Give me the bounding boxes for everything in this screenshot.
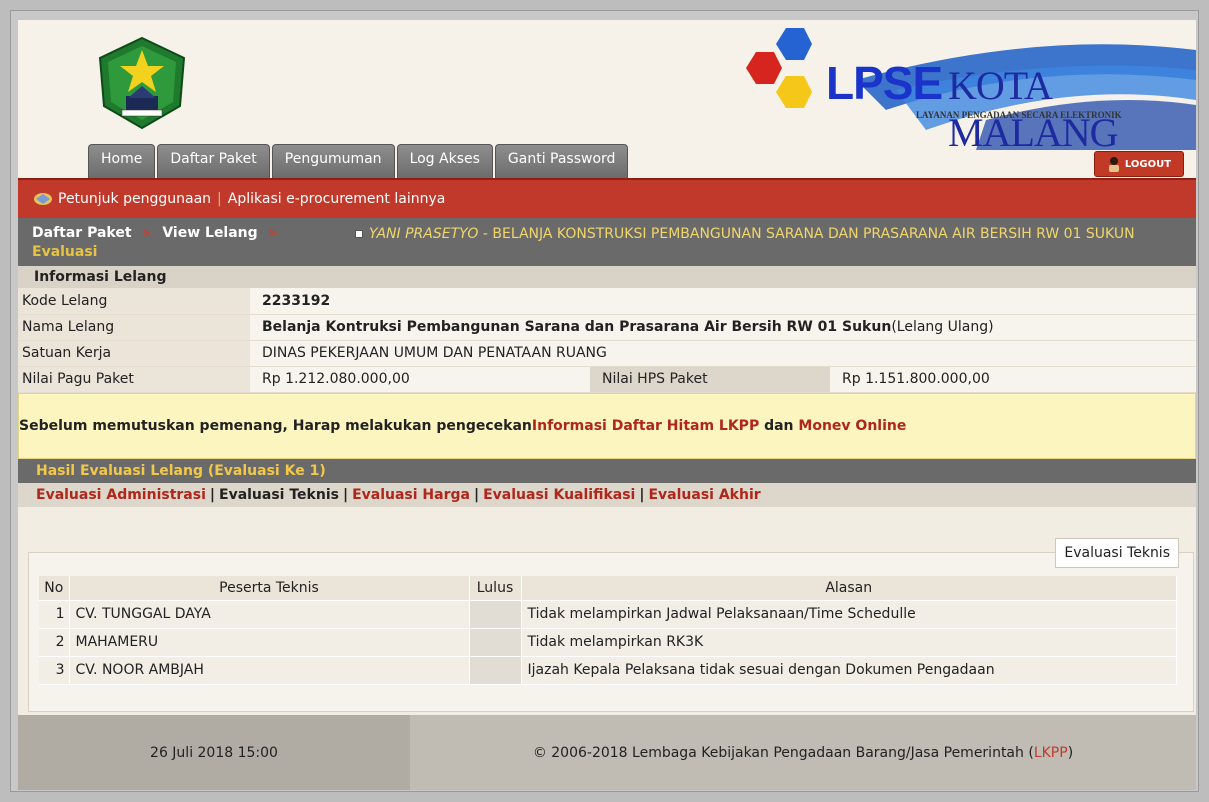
tab-daftar-paket[interactable]: Daftar Paket [157,144,270,178]
hps-value: Rp 1.151.800.000,00 [830,366,1196,393]
pagu-value: Rp 1.212.080.000,00 [250,366,590,393]
hps-label: Nilai HPS Paket [590,366,830,393]
notice-and: dan [759,417,799,434]
tab-log-akses[interactable]: Log Akses [396,144,493,178]
bullet-icon [355,230,363,238]
breadcrumb-bar: Daftar Paket » View Lelang » Evaluasi YA… [18,218,1196,266]
logout-button[interactable]: LOGOUT [1094,151,1184,177]
info-table: Kode Lelang 2233192 Nama Lelang Belanja … [18,288,1196,393]
breadcrumb-evaluasi: Evaluasi [32,244,98,260]
footer: 26 Juli 2018 15:00 © 2006-2018 Lembaga K… [18,715,1196,790]
footer-datetime: 26 Juli 2018 15:00 [18,715,410,790]
row-lulus [469,656,522,685]
header: LPSE KOTA MALANG LAYANAN PENGADAAN SECAR… [18,20,1196,178]
announcement-ticker: YANI PRASETYO - BELANJA KONSTRUKSI PEMBA… [355,226,1135,242]
copyright-text: © 2006-2018 Lembaga Kebijakan Pengadaan … [532,744,1034,761]
tab-home[interactable]: Home [88,144,156,178]
ticker-user: YANI PRASETYO [369,226,479,242]
daftar-hitam-link[interactable]: Informasi Daftar Hitam LKPP [532,418,759,434]
satker-value: DINAS PEKERJAAN UMUM DAN PENATAAN RUANG [250,340,1196,367]
kode-label: Kode Lelang [18,288,250,315]
table-row: Kode Lelang 2233192 [18,288,1196,315]
tab-evaluasi-administrasi[interactable]: Evaluasi Administrasi [36,487,206,503]
apps-link[interactable]: Aplikasi e-procurement lainnya [228,191,446,207]
toolbar-separator: | [217,191,222,207]
evaluation-table: No Peserta Teknis Lulus Alasan 1 CV. TUN… [39,576,1177,685]
row-peserta: CV. NOOR AMBJAH [69,656,470,685]
nama-label: Nama Lelang [18,314,250,341]
tagline: LAYANAN PENGADAAN SECARA ELEKTRONIK [916,110,1122,120]
evaluation-panel: Evaluasi Teknis No Peserta Teknis Lulus … [28,538,1194,712]
row-alasan: Tidak melampirkan RK3K [521,628,1177,657]
tab-separator: | [639,486,645,503]
row-peserta: CV. TUNGGAL DAYA [69,600,470,629]
table-row: Satuan Kerja DINAS PEKERJAAN UMUM DAN PE… [18,340,1196,367]
lkpp-link[interactable]: LKPP [1034,745,1068,761]
main-tabs: Home Daftar Paket Pengumuman Log Akses G… [88,144,629,178]
breadcrumb-arrow: » [142,225,152,241]
nama-value-text: Belanja Kontruksi Pembangunan Sarana dan… [262,319,892,335]
table-row: Nilai Pagu Paket Rp 1.212.080.000,00 Nil… [18,366,1196,393]
page: LPSE KOTA MALANG LAYANAN PENGADAAN SECAR… [18,20,1196,790]
col-no: No [39,576,70,601]
kode-value-text: 2233192 [262,292,331,309]
tab-evaluasi-kualifikasi[interactable]: Evaluasi Kualifikasi [483,487,635,503]
evaluation-heading: Hasil Evaluasi Lelang (Evaluasi Ke 1) [18,458,1196,483]
breadcrumb-arrow: » [268,225,278,241]
table-header-row: No Peserta Teknis Lulus Alasan [39,576,1177,601]
kota-malang-wordmark: KOTA MALANG [948,63,1119,155]
pagu-label: Nilai Pagu Paket [18,366,250,393]
tab-ganti-password[interactable]: Ganti Password [494,144,629,178]
table-row: 2 MAHAMERU Tidak melampirkan RK3K [39,628,1177,657]
col-peserta: Peserta Teknis [69,576,470,601]
row-alasan: Tidak melampirkan Jadwal Pelaksanaan/Tim… [521,600,1177,629]
help-link[interactable]: Petunjuk penggunaan [58,191,211,207]
footer-copyright: © 2006-2018 Lembaga Kebijakan Pengadaan … [410,715,1196,790]
notice-text: Sebelum memutuskan pemenang, Harap melak… [19,417,532,434]
user-icon [1108,157,1119,172]
malang-seal-logo [98,36,186,130]
row-lulus [469,628,522,657]
breadcrumb: Daftar Paket » View Lelang » [32,225,284,241]
lpse-wordmark: LPSE [826,57,943,109]
table-row: 3 CV. NOOR AMBJAH Ijazah Kepala Pelaksan… [39,656,1177,685]
row-lulus [469,600,522,629]
tab-separator: | [209,486,215,503]
kode-value: 2233192 [250,288,1196,315]
col-lulus: Lulus [469,576,522,601]
row-no: 2 [39,628,70,657]
tab-pengumuman[interactable]: Pengumuman [271,144,395,178]
monev-online-link[interactable]: Monev Online [798,418,906,434]
tab-evaluasi-harga[interactable]: Evaluasi Harga [352,487,470,503]
info-heading: Informasi Lelang [18,266,1196,288]
logout-label: LOGOUT [1124,158,1172,170]
row-no: 3 [39,656,70,685]
row-no: 1 [39,600,70,629]
row-peserta: MAHAMERU [69,628,470,657]
copyright-close: ) [1067,744,1074,761]
nama-value: Belanja Kontruksi Pembangunan Sarana dan… [250,314,1196,341]
notice-box: Sebelum memutuskan pemenang, Harap melak… [18,392,1196,459]
col-alasan: Alasan [521,576,1177,601]
panel-tab-evaluasi-teknis[interactable]: Evaluasi Teknis [1055,538,1179,568]
table-row: 1 CV. TUNGGAL DAYA Tidak melampirkan Jad… [39,600,1177,629]
breadcrumb-daftar-paket[interactable]: Daftar Paket [32,225,132,241]
nama-suffix: (Lelang Ulang) [891,319,994,335]
breadcrumb-view-lelang[interactable]: View Lelang [162,225,257,241]
evaluation-tabs: Evaluasi Administrasi | Evaluasi Teknis | Ev… [18,482,1196,507]
ticker-text: - BELANJA KONSTRUKSI PEMBANGUNAN SARANA … [478,226,1135,242]
toolbar: Petunjuk penggunaan | Aplikasi e-procure… [18,178,1196,218]
tab-evaluasi-teknis[interactable]: Evaluasi Teknis [219,487,339,503]
row-alasan: Ijazah Kepala Pelaksana tidak sesuai den… [521,656,1177,685]
table-row: Nama Lelang Belanja Kontruksi Pembanguna… [18,314,1196,341]
tab-evaluasi-akhir[interactable]: Evaluasi Akhir [648,487,760,503]
tab-separator: | [342,486,349,503]
satker-label: Satuan Kerja [18,340,250,367]
help-icon [34,193,52,205]
tab-separator: | [473,486,480,503]
